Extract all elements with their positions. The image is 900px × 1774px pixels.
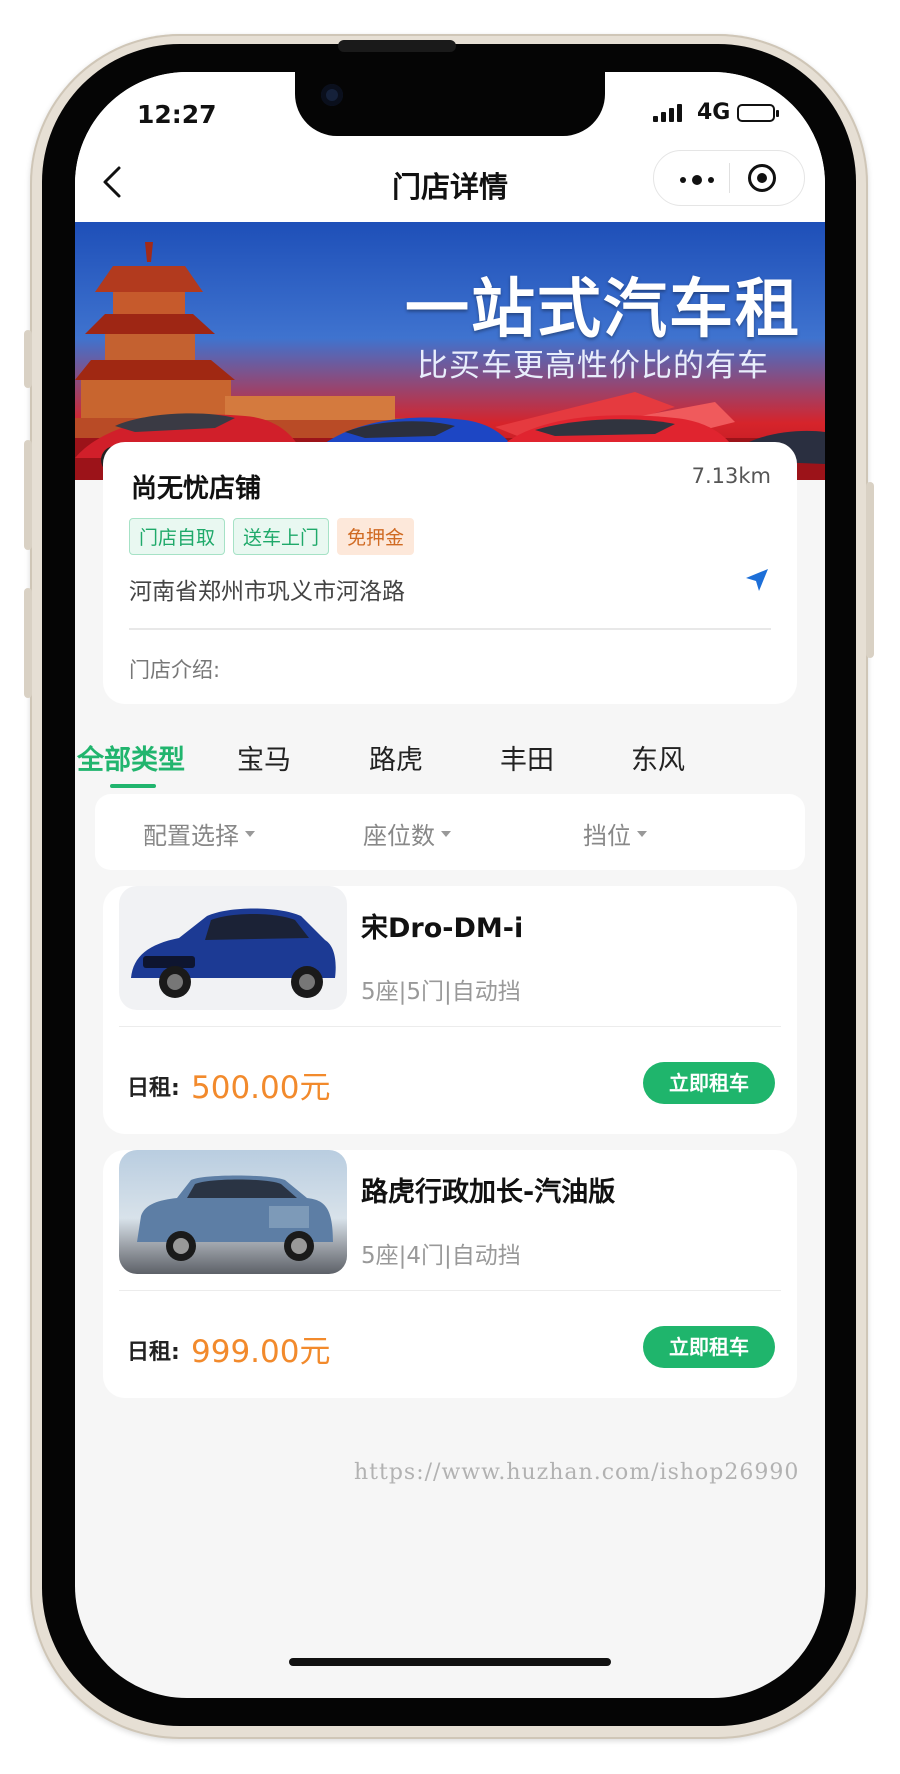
network-label: 4G	[697, 100, 731, 125]
filter-bar: 配置选择 座位数 挡位	[95, 794, 805, 870]
price-label: 日租:	[127, 1076, 180, 1101]
store-address: 河南省郑州市巩义市河洛路	[129, 579, 405, 605]
car-spec: 5座|5门|自动挡	[361, 979, 521, 1005]
watermark: https://www.huzhan.com/ishop26990	[354, 1460, 800, 1485]
banner-title: 一站式汽车租	[405, 273, 801, 347]
daily-price: 500.00元	[191, 1070, 331, 1106]
store-card: 尚无忧店铺 7.13km 门店自取 送车上门 免押金 河南省郑州市巩义市河洛路 …	[103, 442, 797, 704]
car-image	[119, 1150, 347, 1274]
price-label: 日租:	[127, 1340, 180, 1365]
store-tags: 门店自取 送车上门 免押金	[129, 518, 415, 555]
car-name: 路虎行政加长-汽油版	[361, 1177, 616, 1208]
screen: 12:27 4G 门店详情 一站式汽车租 比买车更高性价比的有车 尚无忧店铺 7…	[75, 72, 825, 1698]
car-spec: 5座|4门|自动挡	[361, 1243, 521, 1269]
miniprogram-capsule	[653, 150, 805, 206]
power-button	[866, 482, 874, 658]
tab-toyota[interactable]: 丰田	[500, 738, 554, 777]
car-name: 宋Dro-DM-i	[361, 913, 524, 944]
car-card[interactable]: 宋Dro-DM-i 5座|5门|自动挡 日租: 500.00元 立即租车	[103, 886, 797, 1134]
car-image	[119, 886, 347, 1010]
notch	[295, 72, 605, 136]
close-miniprogram-icon[interactable]	[748, 164, 776, 192]
volume-up-button	[24, 440, 32, 550]
tag-no-deposit: 免押金	[337, 518, 415, 555]
filter-transmission[interactable]: 挡位	[583, 816, 647, 851]
tab-dongfeng[interactable]: 东风	[631, 738, 685, 777]
nav-bar: 门店详情	[75, 142, 825, 222]
caret-down-icon	[245, 830, 255, 837]
tab-bmw[interactable]: 宝马	[237, 738, 291, 777]
store-name: 尚无忧店铺	[131, 474, 262, 504]
rent-now-button[interactable]: 立即租车	[643, 1062, 775, 1104]
tag-delivery: 送车上门	[233, 518, 330, 555]
filter-config[interactable]: 配置选择	[143, 816, 255, 851]
front-camera	[321, 84, 343, 106]
banner-subtitle: 比买车更高性价比的有车	[417, 348, 769, 384]
status-time: 12:27	[137, 100, 217, 129]
navigation-icon[interactable]	[743, 566, 771, 594]
filter-seats[interactable]: 座位数	[363, 816, 451, 851]
battery-icon	[737, 104, 779, 122]
caret-down-icon	[637, 830, 647, 837]
store-intro-label: 门店介绍:	[129, 658, 221, 682]
earpiece	[338, 40, 456, 52]
rent-now-button[interactable]: 立即租车	[643, 1326, 775, 1368]
store-distance: 7.13km	[691, 464, 771, 488]
signal-icon	[653, 104, 682, 122]
volume-down-button	[24, 588, 32, 698]
tab-all-types[interactable]: 全部类型	[77, 738, 185, 777]
brand-tabs: 全部类型 宝马 路虎 丰田 东风	[75, 738, 825, 798]
daily-price: 999.00元	[191, 1334, 331, 1370]
more-icon[interactable]	[680, 175, 714, 185]
tag-pickup: 门店自取	[129, 518, 226, 555]
mute-switch	[24, 330, 32, 388]
car-card[interactable]: 路虎行政加长-汽油版 5座|4门|自动挡 日租: 999.00元 立即租车	[103, 1150, 797, 1398]
home-indicator[interactable]	[289, 1658, 611, 1666]
tab-land-rover[interactable]: 路虎	[369, 738, 423, 777]
active-tab-indicator	[110, 784, 156, 788]
caret-down-icon	[441, 830, 451, 837]
